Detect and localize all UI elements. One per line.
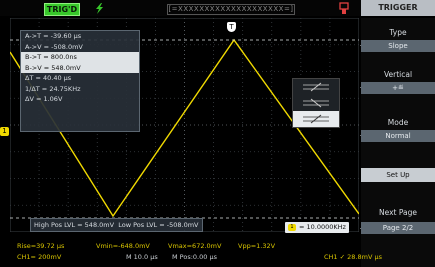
trigger-icon bbox=[96, 3, 103, 14]
vertical-value-button[interactable]: +≝ bbox=[361, 82, 435, 94]
meas-delta-time: ΔT = 40.40 µs bbox=[25, 74, 72, 82]
type-label: Type bbox=[389, 28, 407, 37]
vertical-label: Vertical bbox=[383, 70, 413, 79]
setup-button[interactable]: Set Up bbox=[361, 168, 435, 182]
trigger-status: CH1 ✓ 28.8mV µs bbox=[324, 253, 382, 261]
mode-value-button[interactable]: Normal bbox=[361, 130, 435, 142]
slope-option-1[interactable] bbox=[293, 79, 339, 95]
high-level-text: High Pos LVL = 548.0mV bbox=[34, 221, 115, 229]
time-position: M Pos:0.00 µs bbox=[172, 253, 217, 261]
meas-b-volt: B->V = 548.0mV bbox=[21, 62, 139, 73]
mode-label: Mode bbox=[387, 118, 409, 127]
usb-icon bbox=[339, 2, 349, 14]
run-status-badge: TRIG'D bbox=[44, 3, 80, 16]
slope-vertical-selector[interactable] bbox=[292, 78, 340, 128]
meas-a-time: A->T = -39.60 µs bbox=[25, 32, 82, 40]
page-value-button[interactable]: Page 2/2 bbox=[361, 222, 435, 234]
vmax-measure: Vmax=672.0mV bbox=[168, 242, 222, 250]
frequency-value: = 10.0000KHz bbox=[299, 223, 346, 231]
menu-title: TRIGGER bbox=[361, 0, 435, 16]
meas-a-volt: A->V = -508.0mV bbox=[25, 42, 83, 51]
vmin-measure: Vmin=-648.0mV bbox=[96, 242, 150, 250]
meas-b-time: B->T = 800.0ns bbox=[21, 52, 139, 63]
both-levels-slope-icon bbox=[303, 114, 329, 124]
channel-1-marker[interactable]: 1 bbox=[0, 127, 9, 136]
frequency-counter: 1 = 10.0000KHz bbox=[285, 222, 349, 233]
ch1-scale: CH1= 200mV bbox=[17, 253, 62, 261]
low-level-text: Low Pos LVL = -508.0mV bbox=[118, 221, 199, 229]
meas-inverse-delta: 1/ΔT = 24.75KHz bbox=[25, 84, 81, 93]
rising-slope-icon bbox=[303, 82, 329, 92]
time-scale: M 10.0 µs bbox=[126, 253, 158, 261]
trigger-level-info: High Pos LVL = 548.0mV Low Pos LVL = -50… bbox=[30, 218, 203, 232]
vpp-measure: Vpp=1.32V bbox=[238, 242, 276, 250]
trigger-position-marker[interactable]: T bbox=[227, 22, 236, 32]
meas-delta-volt: ΔV = 1.06V bbox=[25, 95, 63, 103]
top-status-bar: TRIG'D [=XXXXXXXXXXXXXXXXXXXX=] TRIGGER bbox=[0, 0, 435, 16]
next-page-label[interactable]: Next Page bbox=[361, 208, 435, 217]
channel-dot-icon: 1 bbox=[288, 224, 296, 231]
memory-position-bar: [=XXXXXXXXXXXXXXXXXXXX=] bbox=[167, 4, 295, 15]
slope-option-3[interactable] bbox=[293, 111, 339, 127]
type-value-button[interactable]: Slope bbox=[361, 40, 435, 52]
trigger-side-menu: Type ◂ Slope Vertical ◂ +≝ Mode ◂ Normal… bbox=[360, 18, 435, 267]
falling-slope-icon bbox=[303, 98, 329, 108]
rise-measure: Rise=39.72 µs bbox=[17, 242, 65, 250]
cursor-measurement-panel: A->T = -39.60 µs A->V = -508.0mV B->T = … bbox=[20, 30, 140, 132]
slope-option-2[interactable] bbox=[293, 95, 339, 111]
